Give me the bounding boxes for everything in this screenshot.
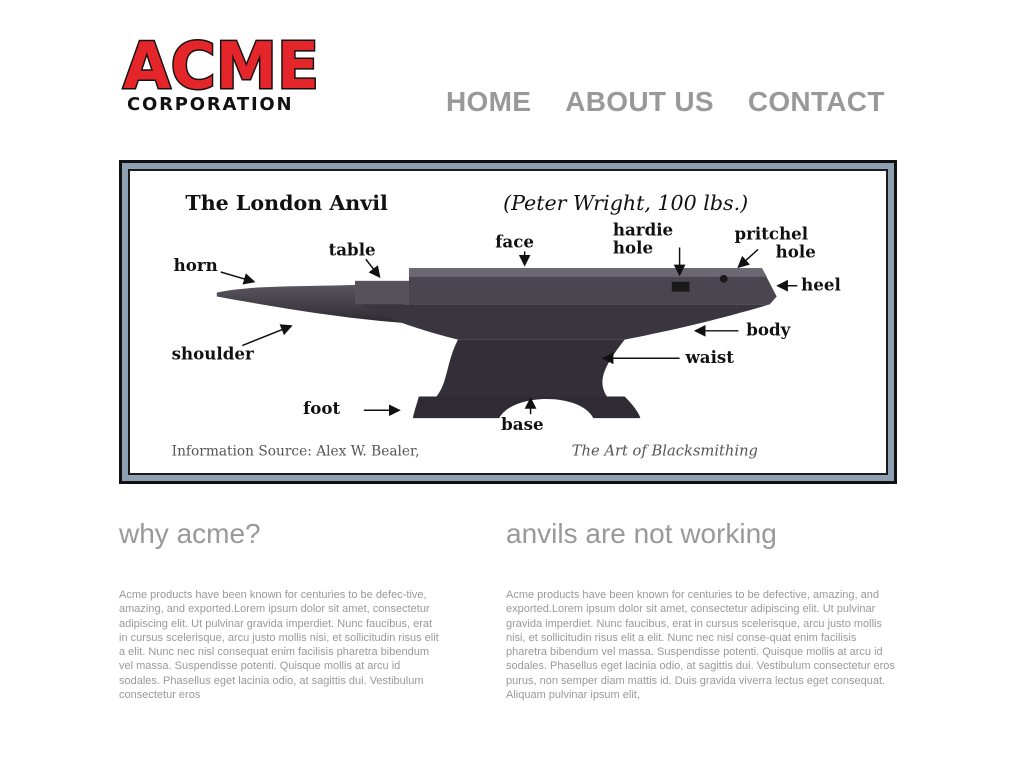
section-why-acme: why acme? Acme products have been known … [119, 518, 439, 702]
label-hardie-2: hole [613, 237, 653, 257]
nav-home[interactable]: HOME [446, 86, 531, 118]
source-credit: Information Source: Alex W. Bealer, [172, 443, 420, 459]
label-face: face [495, 231, 534, 251]
label-pritchel-2: hole [776, 241, 816, 261]
nav-contact[interactable]: CONTACT [748, 86, 885, 118]
section-heading: why acme? [119, 518, 261, 549]
main-nav: HOME ABOUT US CONTACT [446, 86, 885, 118]
section-anvils-not-working: anvils are not working Acme products hav… [506, 518, 896, 702]
label-waist: waist [684, 347, 734, 367]
source-book-title: The Art of Blacksmithing [572, 442, 758, 459]
section-body: Acme products have been known for centur… [506, 589, 895, 702]
label-table: table [329, 239, 376, 259]
label-shoulder: shoulder [172, 343, 254, 363]
acme-logo[interactable]: ACME CORPORATION [119, 32, 324, 120]
label-foot: foot [303, 398, 340, 418]
logo-subtitle: CORPORATION [127, 94, 294, 115]
anvil-diagram: The London Anvil (Peter Wright, 100 lbs.… [128, 169, 888, 475]
section-body: Acme products have been known for centur… [119, 589, 439, 702]
anvil-shape [216, 268, 777, 419]
label-horn: horn [174, 255, 218, 275]
label-body: body [746, 320, 791, 340]
acme-wordmark: ACME [122, 32, 321, 94]
diagram-title: The London Anvil [185, 191, 388, 215]
section-heading: anvils are not working [506, 518, 777, 549]
label-heel: heel [801, 275, 841, 295]
label-base: base [501, 414, 543, 434]
logo-wordmark-text: ACME [123, 32, 319, 94]
nav-about-us[interactable]: ABOUT US [565, 86, 714, 118]
diagram-subtitle: (Peter Wright, 100 lbs.) [503, 191, 748, 215]
anvil-illustration: The London Anvil (Peter Wright, 100 lbs.… [172, 191, 841, 459]
anvil-diagram-frame: The London Anvil (Peter Wright, 100 lbs.… [119, 160, 897, 484]
